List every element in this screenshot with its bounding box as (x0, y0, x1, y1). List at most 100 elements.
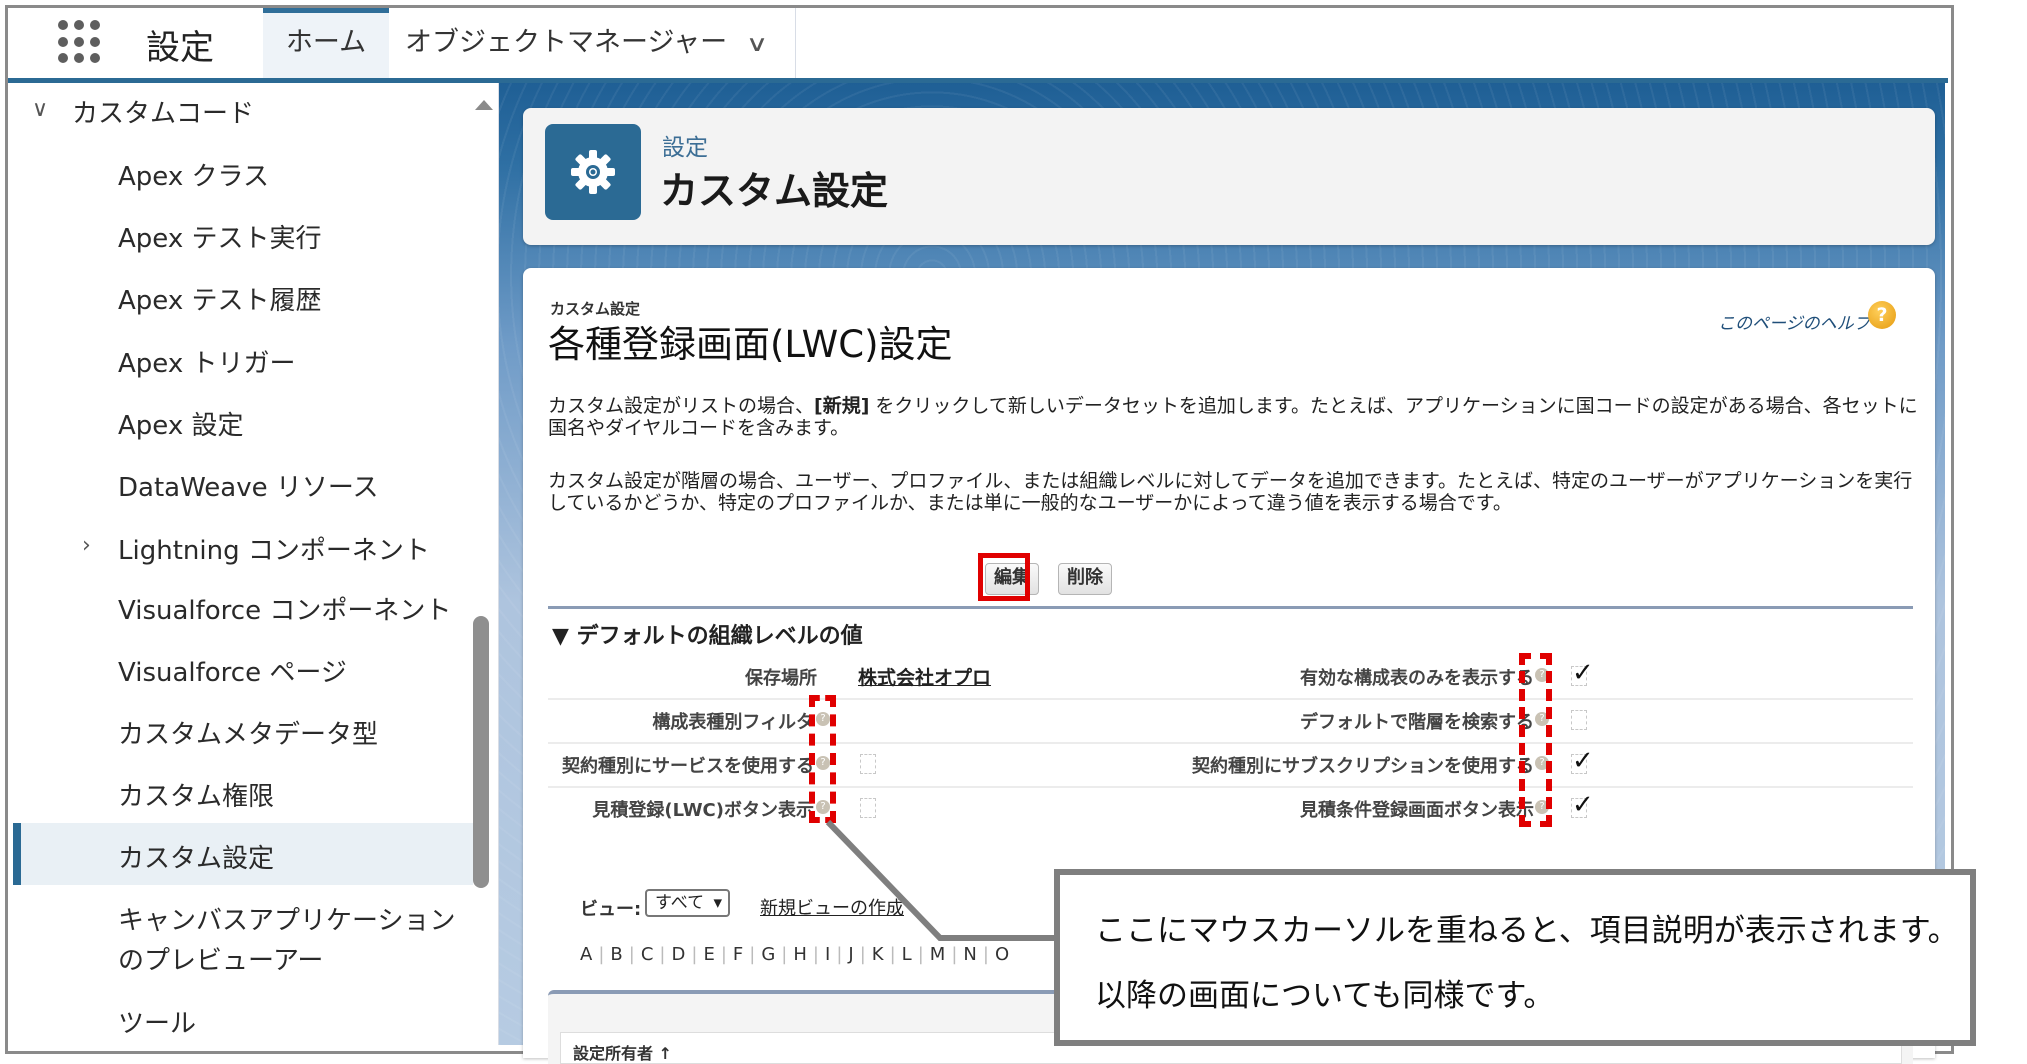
alphabet-separator: | (859, 944, 866, 965)
alphabet-letter-b[interactable]: B (610, 944, 622, 965)
checkbox-unchecked (860, 754, 876, 774)
section-divider (548, 606, 1913, 609)
field-label-quote-lwc-button: 見積登録(LWC)ボタン表示 (592, 800, 814, 821)
field-label-use-subscription-by-contract-type: 契約種別にサブスクリプションを使用する (1192, 756, 1534, 777)
custom-setting-name: 各種登録画面(LWC)設定 (548, 323, 953, 366)
alphabet-separator: | (598, 944, 605, 965)
gear-icon (545, 124, 641, 220)
alphabet-separator: | (917, 944, 924, 965)
annotation-text-line-1: ここにマウスカーソルを重ねると、項目説明が表示されます。 (1095, 913, 1959, 949)
field-label-config-type-filter: 構成表種別フィルタ (652, 712, 814, 733)
alphabet-separator: | (691, 944, 698, 965)
alphabet-letter-k[interactable]: K (872, 944, 884, 965)
sidebar-item-apex-class[interactable]: Apex クラス (118, 156, 269, 193)
alphabet-letter-h[interactable]: H (793, 944, 807, 965)
alphabet-separator: | (749, 944, 756, 965)
new-keyword: [新規] (814, 395, 870, 417)
scroll-up-arrow-icon[interactable] (475, 100, 493, 110)
checkbox-unchecked (860, 798, 876, 818)
chevron-down-icon[interactable]: ∨ (32, 97, 48, 122)
annotation-callout (1054, 869, 1976, 1046)
sidebar-item-canvas-previewer-line2[interactable]: のプレビューアー (118, 940, 323, 977)
checkbox-unchecked (1571, 710, 1587, 730)
sidebar-item-apex-test-run[interactable]: Apex テスト実行 (118, 218, 321, 255)
alphabet-separator: | (628, 944, 635, 965)
sidebar-item-canvas-previewer[interactable]: キャンバスアプリケーション (118, 900, 455, 937)
description-list-text-1: カスタム設定がリストの場合、 (548, 395, 815, 417)
sidebar-item-custom-settings[interactable]: カスタム設定 (118, 838, 274, 875)
alphabet-separator: | (659, 944, 666, 965)
create-new-view-link[interactable]: 新規ビューの作成 (760, 894, 904, 920)
section-default-org-level-values[interactable]: ▼ デフォルトの組織レベルの値 (552, 618, 863, 650)
field-label-show-active-config-only: 有効な構成表のみを表示する (1300, 668, 1534, 689)
sidebar-item-custom-metadata-types[interactable]: カスタムメタデータ型 (118, 714, 378, 751)
sidebar-selected-accent (13, 823, 21, 885)
checkmark-icon: ✓ (1572, 658, 1594, 688)
alphabet-letter-a[interactable]: A (580, 944, 592, 965)
description-hierarchy: カスタム設定が階層の場合、ユーザー、プロファイル、または組織レベルに対してデータ… (548, 470, 1913, 514)
sidebar-item-dataweave[interactable]: DataWeave リソース (118, 467, 379, 504)
alphabet-letter-i[interactable]: I (825, 944, 830, 965)
delete-button[interactable]: 削除 (1058, 563, 1112, 595)
alphabet-letter-j[interactable]: J (848, 944, 853, 965)
edit-button-highlight-annotation (978, 553, 1030, 601)
sidebar-group-custom-code[interactable]: カスタムコード (72, 93, 254, 130)
row-divider (548, 742, 1913, 744)
alphabet-letter-f[interactable]: F (733, 944, 743, 965)
tab-object-manager[interactable]: オブジェクトマネージャー ∨ (405, 8, 768, 78)
field-label-use-service-by-contract-type: 契約種別にサービスを使用する (562, 756, 814, 777)
alphabet-filter: A | B | C | D | E | F | G | H | I | J | K | L | M | N | O (580, 944, 1009, 965)
help-icon-highlight-annotation-left (809, 695, 836, 823)
sidebar-item-visualforce-pages[interactable]: Visualforce ページ (118, 652, 347, 689)
alphabet-letter-m[interactable]: M (930, 944, 946, 965)
alphabet-letter-c[interactable]: C (641, 944, 654, 965)
chevron-right-icon[interactable]: › (82, 533, 91, 558)
alphabet-letter-d[interactable]: D (672, 944, 686, 965)
page-title: カスタム設定 (660, 169, 889, 213)
sidebar-item-apex-trigger[interactable]: Apex トリガー (118, 343, 295, 380)
help-icon-highlight-annotation-right (1519, 653, 1552, 827)
header-eyebrow: 設定 (662, 135, 708, 161)
help-icon[interactable]: ? (1868, 301, 1896, 329)
sidebar-item-visualforce-components[interactable]: Visualforce コンポーネント (118, 590, 451, 627)
app-title: 設定 (146, 28, 214, 68)
alphabet-letter-e[interactable]: E (703, 944, 714, 965)
app-launcher-grid-icon[interactable] (58, 20, 102, 64)
view-select[interactable]: すべて ▾ (645, 889, 730, 917)
field-label-location: 保存場所 (745, 668, 817, 689)
description-list: カスタム設定がリストの場合、[新規] をクリックして新しいデータセットを追加しま… (548, 395, 1918, 439)
view-label: ビュー: (580, 899, 642, 920)
view-select-value: すべて (655, 893, 705, 913)
alphabet-separator: | (812, 944, 819, 965)
sidebar-item-apex-settings[interactable]: Apex 設定 (118, 405, 243, 442)
sidebar-item-apex-test-history[interactable]: Apex テスト履歴 (118, 280, 321, 317)
row-divider (548, 786, 1913, 788)
chevron-down-icon: ▾ (713, 893, 723, 913)
checkmark-icon: ✓ (1572, 790, 1594, 820)
row-divider (548, 698, 1913, 700)
alphabet-separator: | (951, 944, 958, 965)
field-label-search-hierarchy-default: デフォルトで階層を検索する (1300, 712, 1534, 733)
alphabet-letter-g[interactable]: G (761, 944, 775, 965)
alphabet-letter-o[interactable]: O (995, 944, 1009, 965)
field-label-quote-condition-button: 見積条件登録画面ボタン表示 (1300, 800, 1534, 821)
sidebar-item-custom-permissions[interactable]: カスタム権限 (118, 776, 274, 813)
alphabet-letter-n[interactable]: N (963, 944, 976, 965)
alphabet-separator: | (982, 944, 989, 965)
column-header-setup-owner[interactable]: 設定所有者 ↑ (573, 1040, 672, 1064)
alphabet-separator: | (836, 944, 843, 965)
alphabet-separator: | (720, 944, 727, 965)
chevron-down-icon[interactable]: ∨ (746, 10, 769, 80)
tab-object-manager-label: オブジェクトマネージャー (405, 27, 728, 58)
help-for-this-page-link[interactable]: このページのヘルプ (1718, 309, 1871, 334)
checkmark-icon: ✓ (1572, 746, 1594, 776)
alphabet-separator: | (889, 944, 896, 965)
location-owner-link[interactable]: 株式会社オプロ (858, 663, 991, 690)
tab-home[interactable]: ホーム (263, 8, 389, 78)
alphabet-letter-l[interactable]: L (902, 944, 912, 965)
sidebar-item-tools[interactable]: ツール (118, 1003, 196, 1040)
sidebar-item-lightning-components[interactable]: Lightning コンポーネント (118, 530, 430, 567)
annotation-text-line-2: 以降の画面についても同様です。 (1095, 978, 1555, 1014)
alphabet-separator: | (781, 944, 788, 965)
sidebar-scrollbar[interactable] (473, 616, 489, 888)
